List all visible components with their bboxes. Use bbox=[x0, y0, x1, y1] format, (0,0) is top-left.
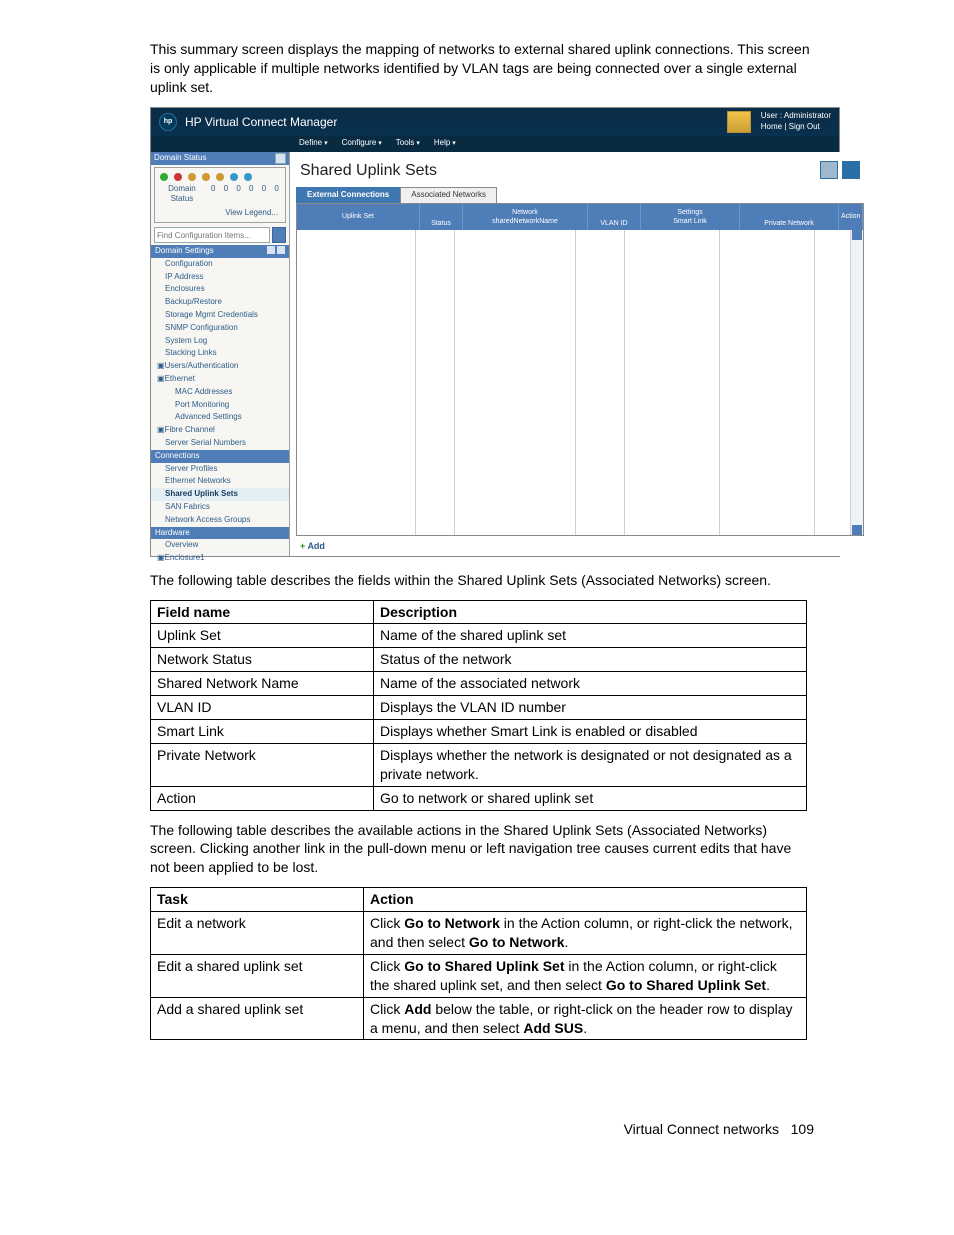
error-icon bbox=[174, 173, 182, 181]
app-title: HP Virtual Connect Manager bbox=[185, 114, 337, 130]
hardware-header: Hardware bbox=[151, 527, 289, 540]
tab-external-connections[interactable]: External Connections bbox=[296, 187, 400, 203]
scroll-down-icon[interactable] bbox=[852, 525, 862, 535]
menu-help[interactable]: Help bbox=[434, 138, 456, 149]
table-row: Action bbox=[151, 786, 374, 810]
table-row: Edit a shared uplink set Click Go to Sha… bbox=[151, 954, 807, 997]
user-info: User : Administrator Home | Sign Out bbox=[761, 111, 831, 133]
page-title: Shared Uplink Sets bbox=[300, 160, 860, 182]
nav-mac-addresses[interactable]: MAC Addresses bbox=[151, 386, 289, 399]
info-icon bbox=[230, 173, 238, 181]
nav-fibre-channel[interactable]: Fibre Channel bbox=[151, 424, 289, 437]
nav-enclosures[interactable]: Enclosures bbox=[151, 283, 289, 296]
fields-th-name: Field name bbox=[151, 600, 374, 624]
table2-intro: The following table describes the availa… bbox=[150, 821, 814, 878]
nav-configuration[interactable]: Configuration bbox=[151, 258, 289, 271]
nav-stacking-links[interactable]: Stacking Links bbox=[151, 347, 289, 360]
collapse-icon[interactable] bbox=[275, 153, 286, 164]
data-grid: Uplink Set Status Network sharedNetworkN… bbox=[296, 203, 864, 535]
nav-storage-creds[interactable]: Storage Mgmt Credentials bbox=[151, 309, 289, 322]
header-links[interactable]: Home | Sign Out bbox=[761, 122, 831, 133]
col-action[interactable]: Action bbox=[839, 204, 863, 230]
nav-shared-uplink-sets[interactable]: Shared Uplink Sets bbox=[151, 488, 289, 501]
warn-icon bbox=[188, 173, 196, 181]
nav-network-access-groups[interactable]: Network Access Groups bbox=[151, 514, 289, 527]
menu-bar: Define Configure Tools Help bbox=[151, 136, 839, 152]
menu-configure[interactable]: Configure bbox=[342, 138, 382, 149]
nav-overview[interactable]: Overview bbox=[151, 539, 289, 552]
table-row: Smart Link bbox=[151, 720, 374, 744]
table-row: Uplink Set bbox=[151, 624, 374, 648]
hp-logo-icon: hp bbox=[159, 113, 177, 131]
main-panel: Shared Uplink Sets External Connections … bbox=[290, 152, 870, 556]
domain-settings-header: Domain Settings bbox=[151, 245, 289, 258]
col-settings-group: Settings Smart Link bbox=[641, 204, 740, 230]
nav-enclosure1[interactable]: Enclosure1 bbox=[151, 552, 289, 565]
view-legend-link[interactable]: View Legend... bbox=[158, 207, 282, 220]
print-icon[interactable] bbox=[820, 161, 838, 179]
nav-ip-address[interactable]: IP Address bbox=[151, 271, 289, 284]
actions-th-task: Task bbox=[151, 888, 364, 912]
nav-users-auth[interactable]: Users/Authentication bbox=[151, 360, 289, 373]
menu-define[interactable]: Define bbox=[299, 138, 328, 149]
table-row: Private Network bbox=[151, 743, 374, 786]
fields-th-desc: Description bbox=[374, 600, 807, 624]
title-bar: hp HP Virtual Connect Manager User : Adm… bbox=[151, 108, 839, 136]
actions-th-action: Action bbox=[364, 888, 807, 912]
help-icon[interactable] bbox=[842, 161, 860, 179]
intro-paragraph: This summary screen displays the mapping… bbox=[150, 40, 814, 97]
scrollbar[interactable] bbox=[851, 230, 863, 534]
connections-header: Connections bbox=[151, 450, 289, 463]
table-row: Edit a network Click Go to Network in th… bbox=[151, 912, 807, 955]
tab-associated-networks[interactable]: Associated Networks bbox=[400, 187, 497, 203]
table-row: Add a shared uplink set Click Add below … bbox=[151, 997, 807, 1040]
table-row: Shared Network Name bbox=[151, 672, 374, 696]
domain-status-row: Domain Status 000000 bbox=[158, 184, 282, 208]
collapse-all-icon[interactable] bbox=[277, 246, 285, 254]
grid-header: Uplink Set Status Network sharedNetworkN… bbox=[297, 204, 863, 230]
home-icon[interactable] bbox=[727, 111, 751, 133]
scroll-up-icon[interactable] bbox=[852, 230, 862, 240]
caution-icon bbox=[216, 173, 224, 181]
nav-serial-numbers[interactable]: Server Serial Numbers bbox=[151, 437, 289, 450]
nav-ethernet-networks[interactable]: Ethernet Networks bbox=[151, 475, 289, 488]
col-vlan-id[interactable]: VLAN ID bbox=[588, 204, 641, 230]
nav-advanced-settings[interactable]: Advanced Settings bbox=[151, 411, 289, 424]
domain-status-box: Domain Status 000000 View Legend... bbox=[154, 167, 286, 223]
nav-san-fabrics[interactable]: SAN Fabrics bbox=[151, 501, 289, 514]
degraded-icon bbox=[202, 173, 210, 181]
user-line: User : Administrator bbox=[761, 111, 831, 122]
nav-server-profiles[interactable]: Server Profiles bbox=[151, 463, 289, 476]
nav-port-monitoring[interactable]: Port Monitoring bbox=[151, 399, 289, 412]
table-row: Network Status bbox=[151, 648, 374, 672]
nav-backup-restore[interactable]: Backup/Restore bbox=[151, 296, 289, 309]
col-uplink-set[interactable]: Uplink Set bbox=[297, 204, 420, 230]
app-screenshot: hp HP Virtual Connect Manager User : Adm… bbox=[150, 107, 840, 557]
nav-ethernet[interactable]: Ethernet bbox=[151, 373, 289, 386]
ok-icon bbox=[160, 173, 168, 181]
col-network-group: Network sharedNetworkName bbox=[463, 204, 588, 230]
nav-system-log[interactable]: System Log bbox=[151, 335, 289, 348]
menu-tools[interactable]: Tools bbox=[396, 138, 420, 149]
table-row: VLAN ID bbox=[151, 696, 374, 720]
add-button[interactable]: Add bbox=[290, 536, 870, 556]
col-status[interactable]: Status bbox=[420, 204, 463, 230]
domain-status-header: Domain Status bbox=[151, 152, 289, 165]
grid-body bbox=[297, 230, 863, 534]
fields-table: Field name Description Uplink SetName of… bbox=[150, 600, 807, 811]
sidebar: Domain Status Domain Status 000000 View … bbox=[151, 152, 290, 556]
col-private-network[interactable]: Private Network bbox=[740, 204, 839, 230]
nav-snmp[interactable]: SNMP Configuration bbox=[151, 322, 289, 335]
expand-icon[interactable] bbox=[267, 246, 275, 254]
search-button[interactable] bbox=[272, 227, 286, 243]
actions-table: Task Action Edit a network Click Go to N… bbox=[150, 887, 807, 1040]
page-footer: Virtual Connect networks 109 bbox=[150, 1120, 814, 1139]
search-input[interactable] bbox=[154, 227, 270, 243]
unknown-icon bbox=[244, 173, 252, 181]
table1-intro: The following table describes the fields… bbox=[150, 571, 814, 590]
